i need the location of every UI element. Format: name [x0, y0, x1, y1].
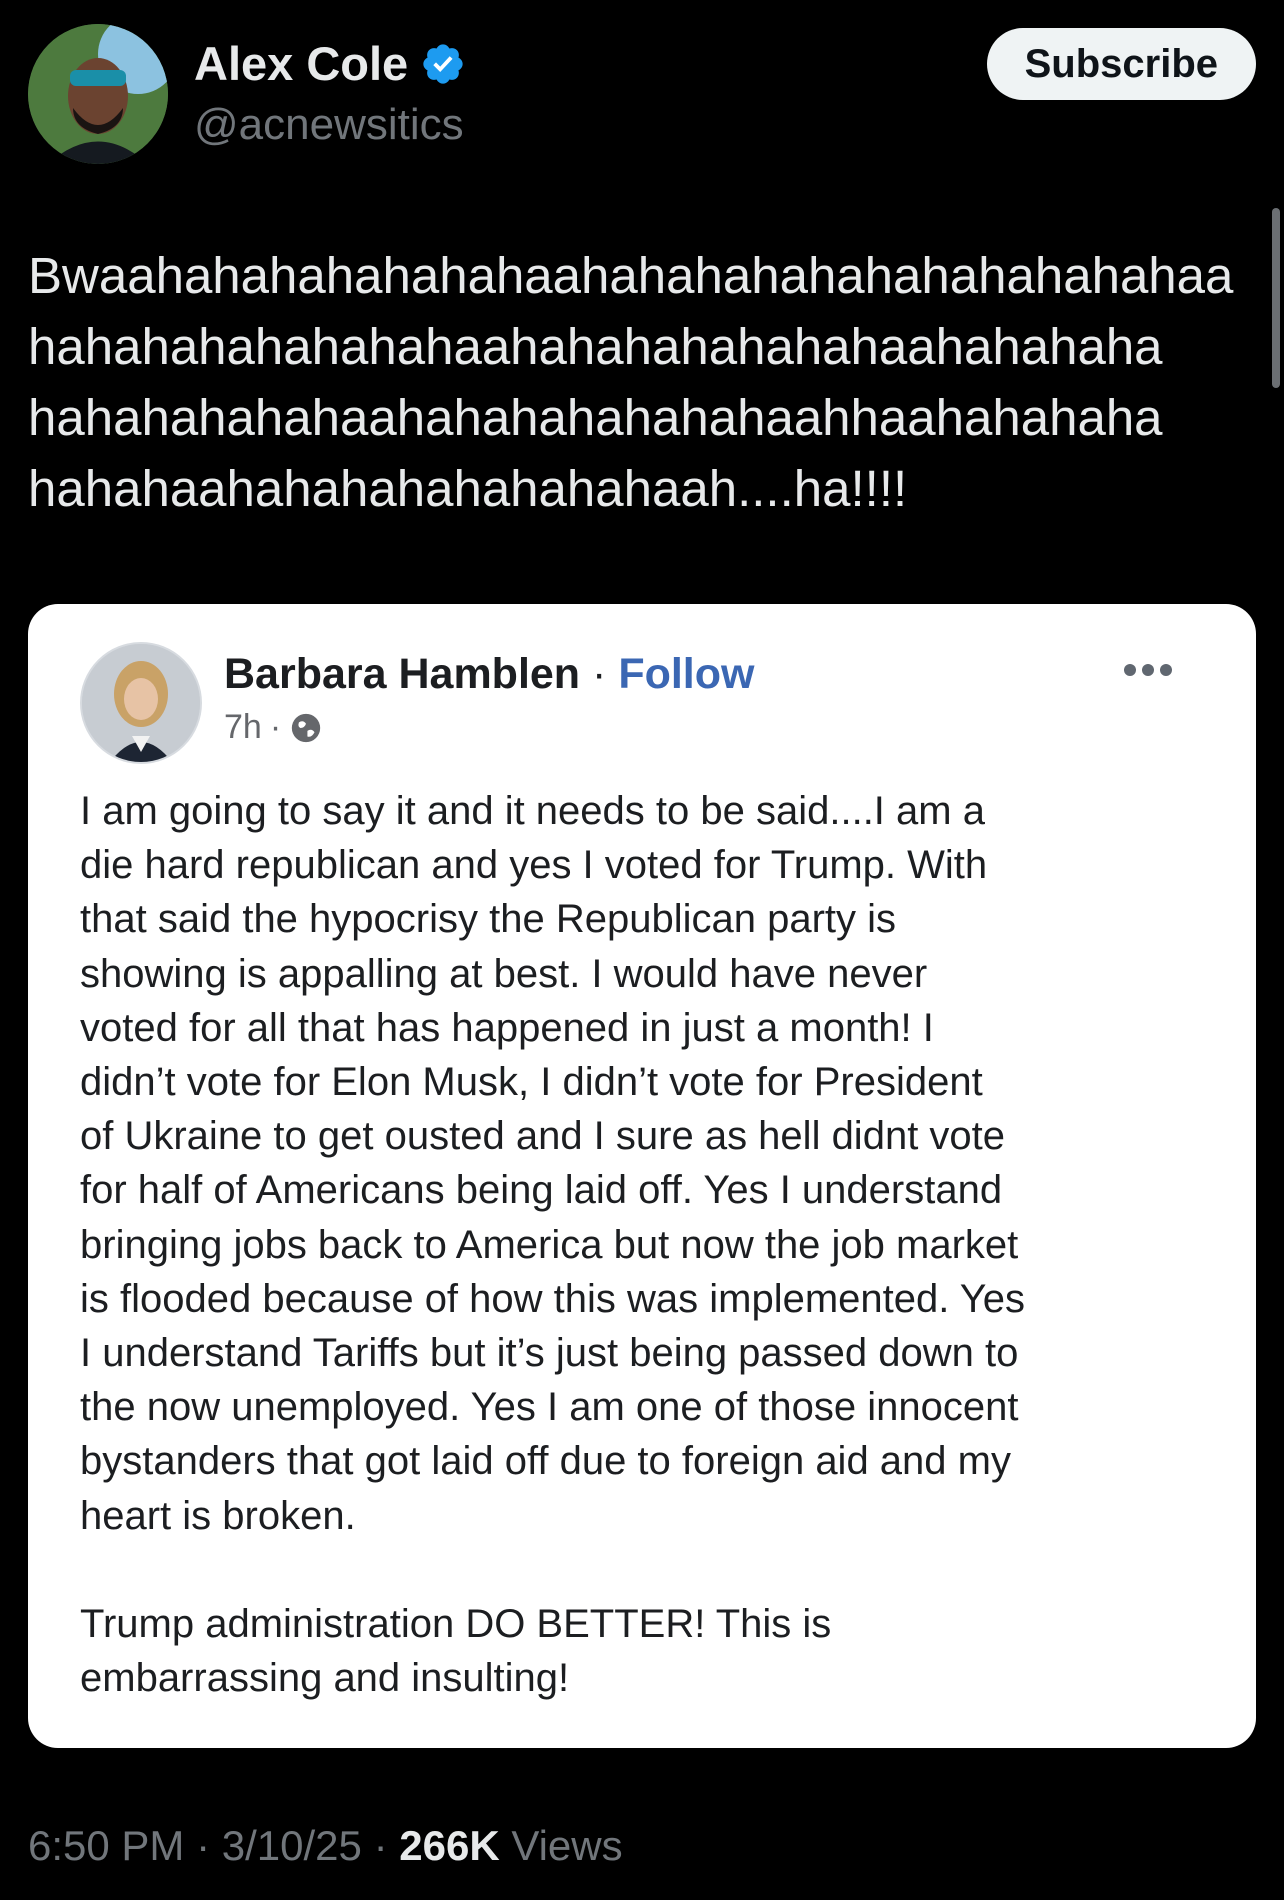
verified-badge-icon	[423, 43, 463, 84]
tweet-date[interactable]: 3/10/25	[222, 1822, 362, 1869]
quoted-post-card[interactable]: Barbara Hamblen · Follow 7h · I am going…	[28, 604, 1256, 1748]
follow-button[interactable]: Follow	[618, 650, 754, 698]
tweet-footer: 6:50 PM · 3/10/25 · 266K Views	[28, 1822, 623, 1870]
scrollbar[interactable]	[1272, 208, 1280, 388]
post-age[interactable]: 7h	[224, 708, 262, 747]
author-separator: ·	[592, 650, 607, 698]
user-avatar-photo-icon	[28, 24, 168, 164]
quoted-author-name[interactable]: Barbara Hamblen	[224, 650, 580, 698]
meta-separator: ·	[269, 708, 282, 746]
author-handle[interactable]: @acnewsitics	[194, 100, 464, 150]
quoted-post-body: I am going to say it and it needs to be …	[80, 789, 1026, 1701]
views-count[interactable]: 266K	[399, 1822, 499, 1869]
globe-icon	[291, 713, 321, 742]
quoted-author-photo-icon	[82, 644, 200, 762]
footer-separator: ·	[196, 1822, 211, 1869]
author-name-row: Alex Cole	[194, 36, 466, 91]
subscribe-button[interactable]: Subscribe	[986, 28, 1256, 100]
tweet-text: Bwaahahahahahahahaahahahahahahahahahahah…	[28, 247, 1234, 517]
footer-separator: ·	[373, 1822, 388, 1869]
quoted-author-avatar[interactable]	[80, 642, 202, 764]
author-avatar[interactable]	[28, 24, 168, 164]
tweet-header: Alex Cole @acnewsitics Subscribe	[28, 24, 1256, 164]
quoted-post-meta: 7h ·	[224, 708, 323, 747]
author-display-name[interactable]: Alex Cole	[194, 36, 408, 91]
quoted-author-line: Barbara Hamblen · Follow	[224, 650, 754, 699]
views-label: Views	[511, 1822, 623, 1869]
more-dots-icon[interactable]	[1122, 662, 1174, 678]
tweet-time[interactable]: 6:50 PM	[28, 1822, 184, 1869]
